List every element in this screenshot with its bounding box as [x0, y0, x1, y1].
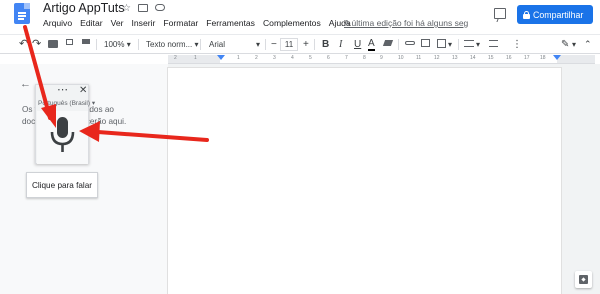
comment-icon[interactable] — [494, 8, 506, 19]
last-edit-link[interactable]: A última edição foi há alguns segu... — [344, 18, 468, 28]
back-arrow-icon[interactable]: ← — [20, 78, 31, 90]
italic-button[interactable]: I — [339, 38, 342, 51]
edit-mode-icon[interactable]: ✎ — [561, 38, 569, 51]
paragraph-style-select[interactable]: Texto norm... ▾ — [146, 38, 199, 51]
ruler-number: 13 — [452, 55, 458, 61]
share-button[interactable]: Compartilhar — [517, 5, 593, 24]
right-indent-marker[interactable] — [553, 55, 561, 60]
underline-button[interactable]: U — [354, 38, 361, 51]
voice-typing-widget[interactable]: ⋯ ✕ Português (Brasil) ▾ — [35, 83, 95, 164]
microphone-icon — [50, 117, 75, 152]
ruler-number: 1 — [194, 55, 197, 61]
bold-button[interactable]: B — [322, 38, 329, 51]
ruler-number: 11 — [416, 55, 422, 61]
close-icon[interactable]: ✕ — [79, 85, 87, 96]
zoom-select[interactable]: 100% ▾ — [104, 38, 131, 51]
ruler-number: 5 — [309, 55, 312, 61]
chevron-down-icon: ▾ — [126, 40, 131, 49]
document-page[interactable] — [168, 68, 561, 294]
chevron-down-icon[interactable]: ▾ — [448, 38, 452, 51]
microphone-button[interactable] — [37, 111, 88, 164]
ruler-number: 4 — [291, 55, 294, 61]
print-icon[interactable] — [48, 40, 58, 48]
share-label: Compartilhar — [533, 9, 584, 20]
more-icon[interactable]: ⋮ — [512, 38, 522, 51]
star-icon[interactable]: ☆ — [122, 3, 131, 15]
chevron-down-icon[interactable]: ▾ — [476, 38, 480, 51]
redo-icon[interactable]: ↷ — [32, 38, 41, 51]
align-icon[interactable] — [464, 40, 474, 47]
chevron-down-icon[interactable]: ▾ — [256, 38, 260, 51]
more-options-icon[interactable]: ⋯ — [57, 83, 69, 96]
ruler-number: 14 — [470, 55, 476, 61]
cloud-icon[interactable] — [155, 4, 165, 11]
ruler: 2 1 1 2 3 4 5 6 7 8 9 10 11 12 13 14 15 … — [168, 55, 595, 64]
highlight-icon[interactable] — [382, 40, 394, 46]
ruler-number: 12 — [434, 55, 440, 61]
docs-header: Artigo AppTuts ☆ Arquivo Editar Ver Inse… — [0, 0, 600, 34]
menu-arquivo[interactable]: Arquivo — [43, 18, 72, 28]
undo-icon[interactable]: ↶ — [19, 38, 28, 51]
image-icon[interactable] — [437, 39, 446, 48]
google-docs-window: Artigo AppTuts ☆ Arquivo Editar Ver Inse… — [0, 0, 600, 294]
spellcheck-icon[interactable] — [66, 39, 73, 45]
font-size-input[interactable]: 11 — [280, 38, 298, 51]
menu-formatar[interactable]: Formatar — [163, 18, 198, 28]
decrease-font-size-button[interactable]: − — [271, 38, 277, 51]
language-select[interactable]: Português (Brasil) ▾ — [38, 99, 95, 107]
ruler-number: 10 — [398, 55, 404, 61]
ruler-number: 7 — [345, 55, 348, 61]
explore-icon[interactable] — [575, 271, 592, 288]
menu-ferramentas[interactable]: Ferramentas — [206, 18, 255, 28]
link-icon[interactable] — [405, 41, 415, 45]
document-title[interactable]: Artigo AppTuts — [43, 1, 125, 15]
collapse-icon[interactable]: ⌃ — [584, 38, 592, 51]
menu-ver[interactable]: Ver — [111, 18, 124, 28]
lock-icon — [523, 10, 530, 19]
click-to-speak-tooltip: Clique para falar — [26, 172, 98, 198]
line-spacing-icon[interactable] — [489, 40, 498, 47]
menu-bar: Arquivo Editar Ver Inserir Formatar Ferr… — [43, 18, 351, 28]
menu-complementos[interactable]: Complementos — [263, 18, 321, 28]
ruler-number: 17 — [524, 55, 530, 61]
menu-editar[interactable]: Editar — [80, 18, 102, 28]
text-color-button[interactable]: A — [368, 38, 375, 51]
ruler-number: 15 — [488, 55, 494, 61]
ruler-number: 1 — [237, 55, 240, 61]
ruler-number: 3 — [273, 55, 276, 61]
increase-font-size-button[interactable]: + — [303, 38, 309, 51]
folder-icon[interactable] — [138, 4, 148, 12]
paint-format-icon[interactable] — [82, 39, 90, 44]
left-indent-marker[interactable] — [217, 55, 225, 60]
ruler-number: 8 — [363, 55, 366, 61]
ruler-number: 9 — [380, 55, 383, 61]
font-select[interactable]: Arial — [209, 38, 225, 51]
ruler-number: 2 — [255, 55, 258, 61]
add-comment-icon[interactable] — [421, 39, 430, 47]
ruler-number: 18 — [540, 55, 546, 61]
ruler-number: 2 — [174, 55, 177, 61]
chevron-down-icon: ▾ — [194, 40, 199, 49]
chevron-down-icon[interactable]: ▾ — [572, 38, 576, 51]
ruler-number: 16 — [506, 55, 512, 61]
ruler-number: 6 — [327, 55, 330, 61]
menu-inserir[interactable]: Inserir — [132, 18, 156, 28]
docs-logo-icon[interactable] — [14, 3, 30, 24]
formatting-toolbar: ↶ ↷ 100% ▾ Texto norm... ▾ Arial ▾ − 11 … — [0, 34, 600, 54]
